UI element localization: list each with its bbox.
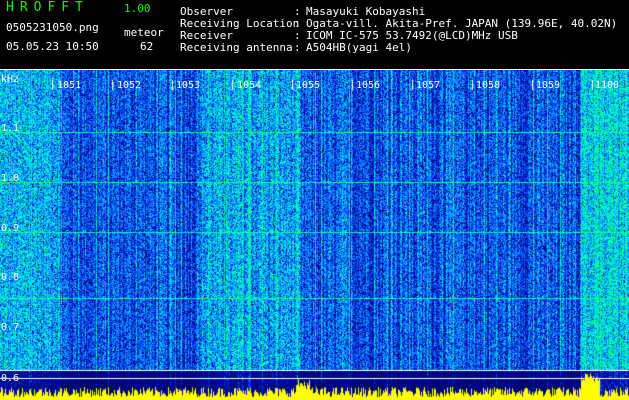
x-tick-1059: 1059	[536, 80, 561, 91]
app-title: HROFFT	[6, 0, 89, 15]
y-tick-0-9: 0.9	[1, 223, 20, 234]
datetime-text: 05.05.23 10:50	[6, 40, 99, 53]
spectrogram-canvas	[0, 70, 629, 400]
meteor-label: meteor	[124, 26, 164, 39]
y-tick-0-6: 0.6	[1, 373, 20, 384]
y-tick-0-8: 0.8	[1, 272, 20, 283]
x-tick-1054: 1054	[237, 80, 262, 91]
y-tick-1-0: 1.0	[1, 173, 20, 184]
x-tick-1058: 1058	[476, 80, 501, 91]
x-tick-1100: 1100	[595, 80, 620, 91]
meteor-count: 62	[140, 40, 154, 53]
info-antenna-label: Receiving antenna	[180, 41, 293, 54]
x-tick-1053: 1053	[176, 80, 201, 91]
filename-text: 0505231050.png	[6, 21, 99, 34]
app-version: 1.00	[124, 2, 151, 15]
x-tick-1057: 1057	[416, 80, 441, 91]
info-antenna-sep: :	[294, 41, 301, 54]
y-unit-label: kHz	[1, 74, 20, 85]
x-tick-1055: 1055	[296, 80, 321, 91]
x-tick-1056: 1056	[356, 80, 381, 91]
x-tick-1051: 1051	[57, 80, 82, 91]
y-tick-0-7: 0.7	[1, 322, 20, 333]
y-tick-1-1: 1.1	[1, 123, 20, 134]
info-antenna-value: A504HB(yagi 4el)	[306, 41, 412, 54]
x-tick-1052: 1052	[117, 80, 142, 91]
